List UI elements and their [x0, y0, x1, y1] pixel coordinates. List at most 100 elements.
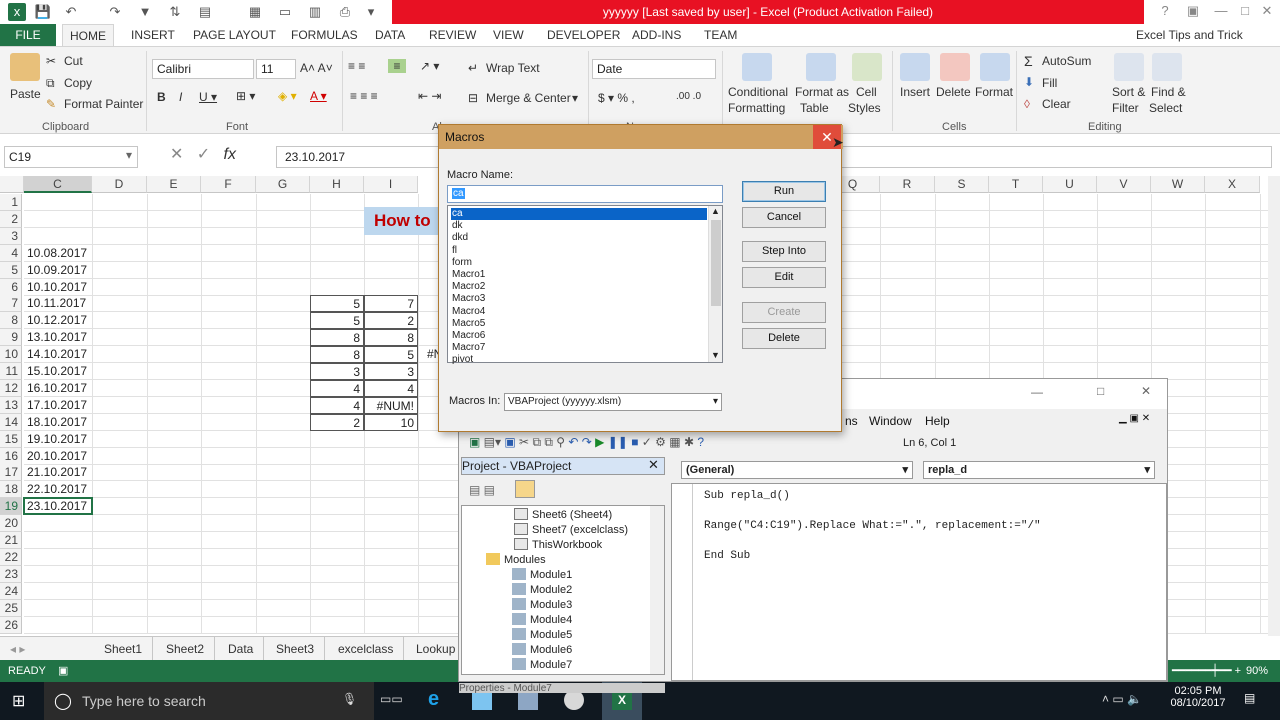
notifications-icon[interactable]: ▤ [1244, 691, 1255, 705]
procedure-dropdown[interactable]: repla_d ▾ [923, 461, 1155, 479]
date-cell[interactable]: 10.12.2017 [24, 312, 90, 329]
tab-developer[interactable]: DEVELOPER [547, 24, 620, 46]
macro-list-item[interactable]: Macro3 [451, 293, 707, 305]
macro-list-item[interactable]: Macro4 [451, 306, 707, 318]
macro-list-item[interactable]: Macro6 [451, 330, 707, 342]
scroll-thumb[interactable] [711, 220, 721, 306]
tab-view[interactable]: VIEW [493, 24, 524, 46]
zoom-level[interactable]: 90% [1246, 660, 1268, 682]
taskbar-search-box[interactable]: ◯ Type here to search 🎙 [44, 682, 374, 720]
find-select-icon[interactable] [1152, 53, 1182, 81]
macros-in-dropdown-icon[interactable]: ▾ [713, 394, 718, 410]
row-header[interactable]: 2 [0, 210, 22, 228]
row-header[interactable]: 18 [0, 481, 22, 499]
project-tree-item[interactable]: Module3 [512, 598, 572, 611]
cancel-button[interactable]: Cancel [742, 207, 826, 228]
value-cell[interactable]: 4 [310, 379, 364, 397]
row-header[interactable]: 16 [0, 447, 22, 465]
project-tree-item[interactable]: Module1 [512, 568, 572, 581]
orientation-icon[interactable]: ↗ ▾ [420, 59, 439, 73]
column-header[interactable]: F [201, 176, 256, 193]
redo-icon[interactable]: ↷ [106, 3, 124, 21]
toggle-folders-icon[interactable] [515, 480, 535, 498]
enter-entry-icon[interactable]: ✓ [197, 146, 210, 163]
sheet-tab[interactable]: Data [218, 637, 265, 661]
tab-home[interactable]: HOME [62, 24, 114, 46]
insert-function-icon[interactable]: fx [224, 146, 236, 163]
macro-list-item[interactable]: fl [451, 245, 707, 257]
row-header[interactable]: 8 [0, 312, 22, 330]
tray-icons[interactable]: ˄ ▭ 🔈 [1102, 692, 1142, 706]
start-icon[interactable]: ⊞ [12, 691, 25, 711]
date-cell[interactable]: 17.10.2017 [24, 397, 90, 414]
macro-list-item[interactable]: form [451, 257, 707, 269]
format-as-table-label1[interactable]: Format as [795, 85, 849, 99]
vba-menu-window[interactable]: Window [869, 414, 912, 428]
sheet-tab[interactable]: Sheet3 [266, 637, 326, 661]
row-header[interactable]: 6 [0, 278, 22, 296]
project-tree-item[interactable]: Sheet6 (Sheet4) [514, 508, 612, 521]
project-tree-item[interactable]: Module4 [512, 613, 572, 626]
macro-list-item[interactable]: Macro7 [451, 342, 707, 354]
macros-in-select[interactable]: VBAProject (yyyyyy.xlsm) ▾ [504, 393, 722, 411]
number-format-select[interactable]: Date [592, 59, 716, 79]
ribbon-display-icon[interactable]: ▣ [1178, 3, 1208, 19]
border-icon[interactable]: ▭ [276, 3, 294, 21]
row-header[interactable]: 5 [0, 261, 22, 279]
row-header[interactable]: 7 [0, 295, 22, 313]
vba-maximize-icon[interactable]: □ [1097, 384, 1104, 398]
align-left-icon[interactable]: ≡ ≡ ≡ [350, 89, 378, 103]
paste-button[interactable]: Paste [10, 87, 41, 101]
macro-list-scrollbar[interactable]: ▲ ▼ [708, 206, 722, 362]
taskbar-search-input[interactable]: Type here to search [82, 693, 206, 709]
tab-review[interactable]: REVIEW [429, 24, 476, 46]
cell-styles-label1[interactable]: Cell [856, 85, 877, 99]
column-header[interactable]: S [935, 176, 989, 193]
project-tree-item[interactable]: ThisWorkbook [514, 538, 602, 551]
merge-center-button[interactable]: Merge & Center [486, 91, 571, 105]
format-icon[interactable]: ▤ [196, 3, 214, 21]
currency-icon[interactable]: $ ▾ % , [598, 91, 635, 105]
autosum-button[interactable]: AutoSum [1042, 54, 1091, 68]
project-tree-item[interactable]: Module6 [512, 643, 572, 656]
sheet-tab[interactable]: Sheet1 [94, 637, 154, 661]
format-painter-button[interactable]: Format Painter [64, 97, 143, 111]
conditional-formatting-label2[interactable]: Formatting [728, 101, 785, 115]
column-header[interactable]: I [364, 176, 418, 193]
row-header[interactable]: 20 [0, 515, 22, 533]
row-header[interactable]: 19 [0, 498, 22, 516]
object-dropdown[interactable]: (General) ▾ [681, 461, 913, 479]
project-tree-item[interactable]: Sheet7 (excelclass) [514, 523, 628, 536]
value-cell[interactable]: 5 [310, 312, 364, 330]
value-cell[interactable]: 5 [364, 346, 418, 364]
heading-cell[interactable]: How to [364, 206, 438, 235]
wrap-text-icon[interactable]: ↵ [468, 61, 478, 75]
tab-formulas[interactable]: FORMULAS [291, 24, 358, 46]
conditional-formatting-icon[interactable] [742, 53, 772, 81]
task-view-icon[interactable]: ▭▭ [380, 692, 403, 706]
autosum-icon[interactable]: Σ [1024, 53, 1033, 69]
tab-data[interactable]: DATA [375, 24, 405, 46]
cut-icon[interactable]: ✂ [46, 54, 56, 68]
project-tree-item[interactable]: Module5 [512, 628, 572, 641]
save-icon[interactable]: 💾 [34, 3, 52, 21]
italic-icon[interactable]: I [179, 90, 182, 104]
project-tree-item[interactable]: Module7 [512, 658, 572, 671]
taskbar-clock[interactable]: 02:05 PM 08/10/2017 [1168, 685, 1228, 709]
sheet-tab[interactable]: excelclass [328, 637, 405, 661]
name-box[interactable]: C19 [4, 146, 138, 168]
project-tree[interactable]: Sheet6 (Sheet4) Sheet7 (excelclass) ThisWo… [461, 505, 665, 675]
row-header[interactable]: 11 [0, 363, 22, 380]
macro-list-item[interactable]: dkd [451, 232, 707, 244]
delete-cells-button[interactable]: Delete [936, 85, 971, 99]
font-color-icon[interactable]: A ▾ [310, 89, 327, 103]
close-icon[interactable]: ✕ [1252, 3, 1280, 19]
sheet-nav-arrows[interactable]: ◂ ▸ [0, 637, 35, 661]
bold-icon[interactable]: B [157, 90, 166, 104]
project-tree-item[interactable]: Modules [486, 553, 546, 566]
date-cell[interactable]: 10.10.2017 [24, 279, 90, 296]
date-cell[interactable]: 13.10.2017 [24, 329, 90, 346]
clear-button[interactable]: Clear [1042, 97, 1071, 111]
column-header[interactable]: U [1043, 176, 1097, 193]
find-select-label1[interactable]: Find & [1151, 85, 1186, 99]
